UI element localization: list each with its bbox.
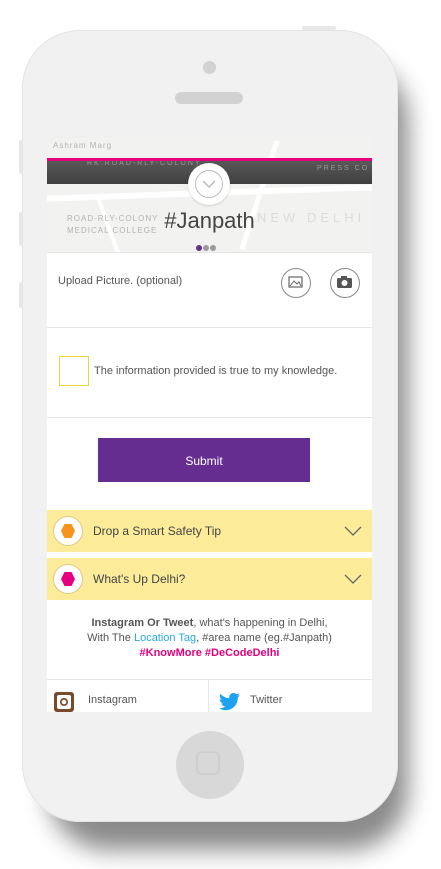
map-band-label: PRESS CO [317, 165, 370, 172]
location-tag-link[interactable]: Location Tag [134, 632, 196, 644]
info-line2-prefix: With The [87, 632, 134, 644]
accordion-label: What's Up Delhi? [93, 572, 186, 586]
chevron-down-icon [344, 526, 362, 536]
pagination-dot[interactable] [210, 245, 216, 251]
twitter-button[interactable]: Twitter [209, 679, 372, 712]
info-line1: , what's happening in Delhi, [193, 617, 328, 629]
submit-button[interactable]: Submit [98, 438, 310, 482]
whats-up-badge [53, 564, 83, 594]
divider [47, 417, 372, 418]
social-info-text: Instagram Or Tweet, what's happening in … [47, 616, 372, 661]
instagram-icon [54, 692, 74, 712]
accordion-safety-tip[interactable]: Drop a Smart Safety Tip [47, 510, 372, 552]
upload-picture-label: Upload Picture. (optional) [58, 275, 183, 287]
image-icon [288, 276, 303, 288]
camera-upload-button[interactable] [330, 268, 360, 298]
twitter-bird-icon [219, 693, 240, 711]
chevron-down-icon [344, 574, 362, 584]
hexagon-icon [61, 572, 75, 586]
hashtags: #KnowMore #DeCodeDelhi [139, 647, 280, 659]
side-button-power [302, 26, 336, 30]
side-button-volume-down [19, 282, 23, 308]
side-button-mute [19, 140, 23, 174]
consent-label: The information provided is true to my k… [94, 365, 338, 377]
accordion-label: Drop a Smart Safety Tip [93, 524, 222, 538]
instagram-label: Instagram [88, 694, 137, 706]
map-band-label: RK ROAD-RLY-COLONY [87, 160, 202, 167]
consent-checkbox[interactable] [59, 356, 89, 386]
pagination-dot[interactable] [196, 245, 202, 251]
safety-tip-badge [53, 516, 83, 546]
collapse-map-button[interactable] [188, 163, 230, 205]
camera-icon [337, 276, 352, 288]
gallery-upload-button[interactable] [281, 268, 311, 298]
info-line2-suffix: , #area name (eg.#Janpath) [196, 632, 332, 644]
pagination-dots[interactable] [196, 238, 217, 251]
pagination-dot[interactable] [203, 245, 209, 251]
chevron-down-icon [195, 170, 223, 198]
side-button-volume-up [19, 212, 23, 246]
home-square-icon [196, 751, 220, 775]
info-bold-prefix: Instagram Or Tweet [91, 617, 194, 629]
map-label: Ashram Marg [53, 141, 113, 150]
instagram-button[interactable]: Instagram [47, 679, 209, 712]
divider [47, 327, 372, 328]
app-screen: Ashram Marg RK ROAD-RLY-COLONY PRESS CO … [47, 138, 372, 712]
earpiece-speaker [175, 92, 243, 104]
front-camera [203, 61, 216, 74]
map-route-line [47, 158, 372, 161]
twitter-label: Twitter [250, 694, 283, 706]
accordion-whats-up-delhi[interactable]: What's Up Delhi? [47, 558, 372, 600]
hexagon-icon [61, 524, 75, 538]
home-button[interactable] [176, 731, 244, 799]
divider [47, 252, 372, 253]
page-title: #Janpath [164, 208, 255, 233]
